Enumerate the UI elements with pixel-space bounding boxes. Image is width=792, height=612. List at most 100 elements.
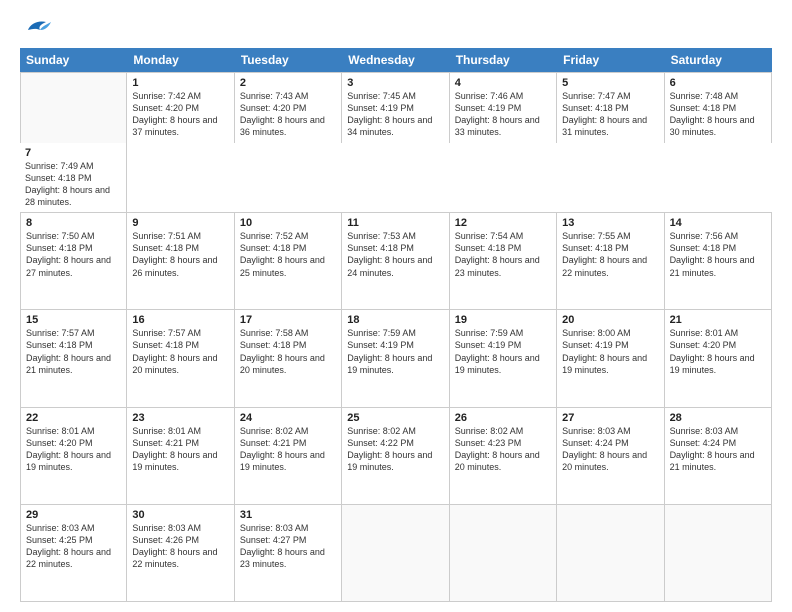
cell-info: Sunrise: 7:57 AMSunset: 4:18 PMDaylight:… xyxy=(26,327,121,376)
calendar-cell: 30Sunrise: 8:03 AMSunset: 4:26 PMDayligh… xyxy=(127,505,234,601)
day-number: 21 xyxy=(670,314,766,326)
calendar-row: 8Sunrise: 7:50 AMSunset: 4:18 PMDaylight… xyxy=(20,213,772,310)
day-number: 18 xyxy=(347,314,443,326)
cell-info: Sunrise: 7:50 AMSunset: 4:18 PMDaylight:… xyxy=(26,230,121,279)
calendar-cell: 25Sunrise: 8:02 AMSunset: 4:22 PMDayligh… xyxy=(342,408,449,504)
cell-info: Sunrise: 8:02 AMSunset: 4:22 PMDaylight:… xyxy=(347,425,443,474)
calendar-cell: 19Sunrise: 7:59 AMSunset: 4:19 PMDayligh… xyxy=(450,310,557,406)
day-number: 24 xyxy=(240,412,336,424)
calendar-header-cell: Wednesday xyxy=(342,48,449,72)
calendar-cell: 5Sunrise: 7:47 AMSunset: 4:18 PMDaylight… xyxy=(557,73,664,143)
calendar-cell: 4Sunrise: 7:46 AMSunset: 4:19 PMDaylight… xyxy=(450,73,557,143)
cell-info: Sunrise: 7:57 AMSunset: 4:18 PMDaylight:… xyxy=(132,327,228,376)
day-number: 19 xyxy=(455,314,551,326)
calendar-header-cell: Sunday xyxy=(20,48,127,72)
logo-bird-icon xyxy=(24,16,52,38)
calendar-row: 22Sunrise: 8:01 AMSunset: 4:20 PMDayligh… xyxy=(20,408,772,505)
calendar-row: 29Sunrise: 8:03 AMSunset: 4:25 PMDayligh… xyxy=(20,505,772,602)
header xyxy=(20,16,772,38)
cell-info: Sunrise: 7:54 AMSunset: 4:18 PMDaylight:… xyxy=(455,230,551,279)
page: SundayMondayTuesdayWednesdayThursdayFrid… xyxy=(0,0,792,612)
day-number: 8 xyxy=(26,217,121,229)
calendar-cell: 17Sunrise: 7:58 AMSunset: 4:18 PMDayligh… xyxy=(235,310,342,406)
calendar-cell: 31Sunrise: 8:03 AMSunset: 4:27 PMDayligh… xyxy=(235,505,342,601)
cell-info: Sunrise: 7:43 AMSunset: 4:20 PMDaylight:… xyxy=(240,90,336,139)
calendar-cell: 18Sunrise: 7:59 AMSunset: 4:19 PMDayligh… xyxy=(342,310,449,406)
cell-info: Sunrise: 7:51 AMSunset: 4:18 PMDaylight:… xyxy=(132,230,228,279)
calendar-cell xyxy=(342,505,449,601)
cell-info: Sunrise: 7:53 AMSunset: 4:18 PMDaylight:… xyxy=(347,230,443,279)
calendar-cell xyxy=(557,505,664,601)
day-number: 23 xyxy=(132,412,228,424)
calendar-header-cell: Monday xyxy=(127,48,234,72)
cell-info: Sunrise: 7:55 AMSunset: 4:18 PMDaylight:… xyxy=(562,230,658,279)
calendar-cell: 28Sunrise: 8:03 AMSunset: 4:24 PMDayligh… xyxy=(665,408,772,504)
logo xyxy=(20,16,54,38)
day-number: 29 xyxy=(26,509,121,521)
calendar-header: SundayMondayTuesdayWednesdayThursdayFrid… xyxy=(20,48,772,72)
calendar-cell: 15Sunrise: 7:57 AMSunset: 4:18 PMDayligh… xyxy=(20,310,127,406)
calendar-cell: 23Sunrise: 8:01 AMSunset: 4:21 PMDayligh… xyxy=(127,408,234,504)
day-number: 1 xyxy=(132,77,228,89)
cell-info: Sunrise: 7:46 AMSunset: 4:19 PMDaylight:… xyxy=(455,90,551,139)
calendar-cell: 3Sunrise: 7:45 AMSunset: 4:19 PMDaylight… xyxy=(342,73,449,143)
day-number: 25 xyxy=(347,412,443,424)
day-number: 12 xyxy=(455,217,551,229)
calendar-cell: 10Sunrise: 7:52 AMSunset: 4:18 PMDayligh… xyxy=(235,213,342,309)
day-number: 30 xyxy=(132,509,228,521)
day-number: 27 xyxy=(562,412,658,424)
cell-info: Sunrise: 8:00 AMSunset: 4:19 PMDaylight:… xyxy=(562,327,658,376)
cell-info: Sunrise: 7:49 AMSunset: 4:18 PMDaylight:… xyxy=(25,160,121,209)
day-number: 31 xyxy=(240,509,336,521)
day-number: 22 xyxy=(26,412,121,424)
day-number: 11 xyxy=(347,217,443,229)
calendar-cell xyxy=(450,505,557,601)
calendar-cell xyxy=(20,73,127,143)
cell-info: Sunrise: 7:58 AMSunset: 4:18 PMDaylight:… xyxy=(240,327,336,376)
cell-info: Sunrise: 8:01 AMSunset: 4:21 PMDaylight:… xyxy=(132,425,228,474)
cell-info: Sunrise: 8:03 AMSunset: 4:24 PMDaylight:… xyxy=(562,425,658,474)
day-number: 6 xyxy=(670,77,766,89)
cell-info: Sunrise: 8:03 AMSunset: 4:27 PMDaylight:… xyxy=(240,522,336,571)
calendar-header-cell: Tuesday xyxy=(235,48,342,72)
calendar-cell: 9Sunrise: 7:51 AMSunset: 4:18 PMDaylight… xyxy=(127,213,234,309)
cell-info: Sunrise: 7:42 AMSunset: 4:20 PMDaylight:… xyxy=(132,90,228,139)
cell-info: Sunrise: 8:01 AMSunset: 4:20 PMDaylight:… xyxy=(670,327,766,376)
day-number: 26 xyxy=(455,412,551,424)
calendar-header-cell: Saturday xyxy=(665,48,772,72)
calendar-cell: 21Sunrise: 8:01 AMSunset: 4:20 PMDayligh… xyxy=(665,310,772,406)
calendar-cell: 11Sunrise: 7:53 AMSunset: 4:18 PMDayligh… xyxy=(342,213,449,309)
calendar-cell xyxy=(665,505,772,601)
cell-info: Sunrise: 8:03 AMSunset: 4:24 PMDaylight:… xyxy=(670,425,766,474)
calendar-header-cell: Friday xyxy=(557,48,664,72)
cell-info: Sunrise: 8:02 AMSunset: 4:21 PMDaylight:… xyxy=(240,425,336,474)
day-number: 14 xyxy=(670,217,766,229)
cell-info: Sunrise: 8:03 AMSunset: 4:25 PMDaylight:… xyxy=(26,522,121,571)
calendar-cell: 7Sunrise: 7:49 AMSunset: 4:18 PMDaylight… xyxy=(20,143,127,213)
day-number: 16 xyxy=(132,314,228,326)
cell-info: Sunrise: 7:52 AMSunset: 4:18 PMDaylight:… xyxy=(240,230,336,279)
day-number: 9 xyxy=(132,217,228,229)
cell-info: Sunrise: 8:01 AMSunset: 4:20 PMDaylight:… xyxy=(26,425,121,474)
calendar-cell: 12Sunrise: 7:54 AMSunset: 4:18 PMDayligh… xyxy=(450,213,557,309)
cell-info: Sunrise: 8:02 AMSunset: 4:23 PMDaylight:… xyxy=(455,425,551,474)
calendar-row: 15Sunrise: 7:57 AMSunset: 4:18 PMDayligh… xyxy=(20,310,772,407)
calendar-cell: 13Sunrise: 7:55 AMSunset: 4:18 PMDayligh… xyxy=(557,213,664,309)
day-number: 5 xyxy=(562,77,658,89)
day-number: 10 xyxy=(240,217,336,229)
calendar-row: 1Sunrise: 7:42 AMSunset: 4:20 PMDaylight… xyxy=(20,72,772,213)
calendar-cell: 26Sunrise: 8:02 AMSunset: 4:23 PMDayligh… xyxy=(450,408,557,504)
calendar: SundayMondayTuesdayWednesdayThursdayFrid… xyxy=(20,48,772,602)
calendar-cell: 2Sunrise: 7:43 AMSunset: 4:20 PMDaylight… xyxy=(235,73,342,143)
day-number: 17 xyxy=(240,314,336,326)
calendar-cell: 29Sunrise: 8:03 AMSunset: 4:25 PMDayligh… xyxy=(20,505,127,601)
calendar-cell: 22Sunrise: 8:01 AMSunset: 4:20 PMDayligh… xyxy=(20,408,127,504)
cell-info: Sunrise: 7:47 AMSunset: 4:18 PMDaylight:… xyxy=(562,90,658,139)
day-number: 2 xyxy=(240,77,336,89)
day-number: 28 xyxy=(670,412,766,424)
day-number: 4 xyxy=(455,77,551,89)
cell-info: Sunrise: 8:03 AMSunset: 4:26 PMDaylight:… xyxy=(132,522,228,571)
calendar-cell: 24Sunrise: 8:02 AMSunset: 4:21 PMDayligh… xyxy=(235,408,342,504)
calendar-cell: 14Sunrise: 7:56 AMSunset: 4:18 PMDayligh… xyxy=(665,213,772,309)
calendar-cell: 16Sunrise: 7:57 AMSunset: 4:18 PMDayligh… xyxy=(127,310,234,406)
